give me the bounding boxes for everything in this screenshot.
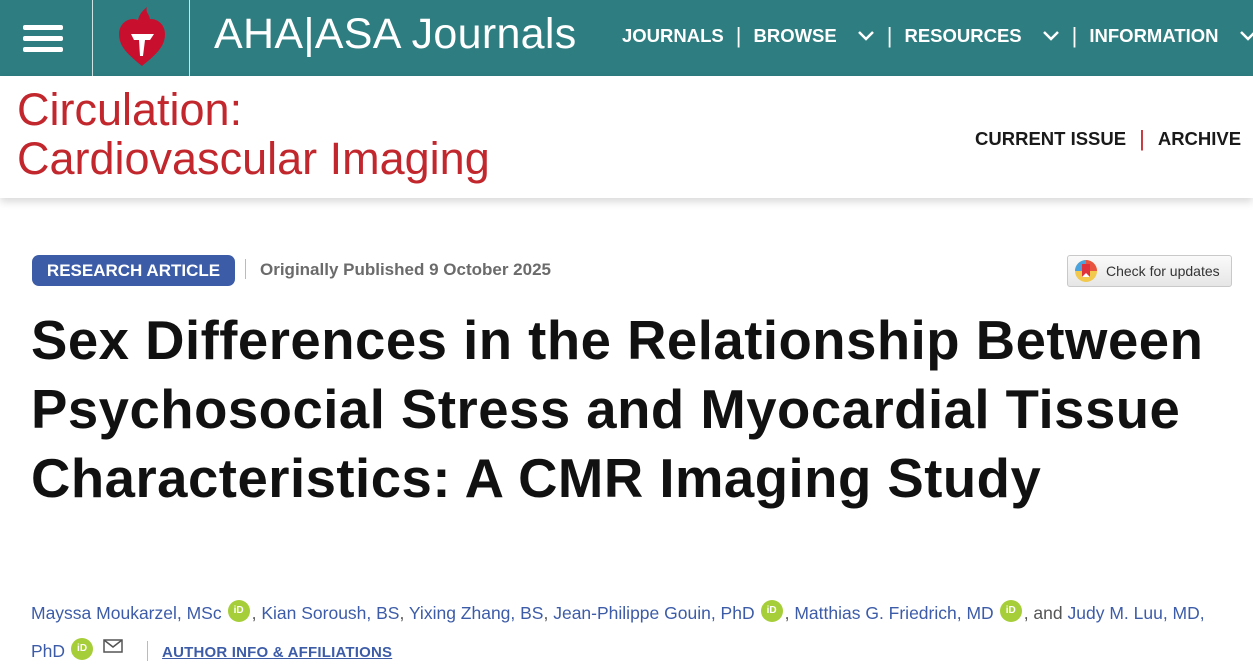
- nav-information[interactable]: INFORMATION: [1089, 25, 1253, 47]
- nav-information-label: INFORMATION: [1089, 25, 1219, 46]
- author-list: Mayssa Moukarzel, MSc iD, Kian Soroush, B…: [31, 594, 1231, 664]
- menu-button[interactable]: [0, 0, 93, 76]
- author-and: , and: [1023, 603, 1063, 623]
- journal-title[interactable]: Circulation: Cardiovascular Imaging: [17, 85, 490, 183]
- author-link[interactable]: Kian Soroush, BS: [261, 603, 399, 623]
- journal-header: Circulation: Cardiovascular Imaging CURR…: [0, 76, 1253, 198]
- author-info-affiliations-link[interactable]: AUTHOR INFO & AFFILIATIONS: [162, 644, 392, 661]
- site-brand[interactable]: AHA|ASA Journals: [214, 10, 577, 59]
- nav-resources-label: RESOURCES: [904, 25, 1022, 46]
- author-link[interactable]: Jean-Philippe Gouin, PhD: [553, 603, 754, 623]
- chevron-down-icon: [857, 31, 874, 41]
- nav-divider: |: [1071, 23, 1078, 48]
- meta-divider: [245, 259, 246, 279]
- nav-resources[interactable]: RESOURCES: [904, 25, 1059, 47]
- author-link[interactable]: Yixing Zhang, BS: [409, 603, 544, 623]
- journal-title-line1: Circulation:: [17, 84, 243, 135]
- affiliations-divider: [147, 641, 149, 661]
- check-for-updates-button[interactable]: Check for updates: [1067, 255, 1232, 287]
- nav-divider: |: [1139, 126, 1145, 151]
- article-title: Sex Differences in the Relationship Betw…: [31, 310, 1204, 509]
- check-for-updates-label: Check for updates: [1106, 263, 1220, 279]
- orcid-icon[interactable]: iD: [760, 600, 783, 622]
- author-separator: ,: [784, 603, 795, 623]
- article-type-badge: RESEARCH ARTICLE: [32, 255, 235, 286]
- orcid-icon[interactable]: iD: [227, 600, 250, 622]
- author-separator: ,: [251, 603, 262, 623]
- author-separator: ,: [543, 603, 554, 623]
- nav-browse[interactable]: BROWSE: [753, 25, 874, 47]
- author-link[interactable]: Mayssa Moukarzel, MSc: [31, 603, 222, 623]
- mail-icon[interactable]: [103, 639, 123, 653]
- nav-divider: |: [886, 23, 893, 48]
- nav-browse-label: BROWSE: [753, 25, 837, 46]
- orcid-icon[interactable]: iD: [999, 600, 1022, 622]
- menu-icon: [23, 25, 63, 30]
- nav-current-issue[interactable]: CURRENT ISSUE: [975, 128, 1126, 150]
- menu-icon: [23, 36, 63, 41]
- aha-logo-link[interactable]: [93, 0, 190, 76]
- journal-title-line2: Cardiovascular Imaging: [17, 133, 490, 184]
- chevron-down-icon: [1042, 31, 1059, 41]
- top-navigation: JOURNALS | BROWSE | RESOURCES | INFORMAT…: [622, 23, 1253, 49]
- author-link[interactable]: Matthias G. Friedrich, MD: [794, 603, 993, 623]
- publication-date: Originally Published 9 October 2025: [260, 260, 551, 279]
- nav-journals-label: JOURNALS: [622, 25, 724, 46]
- author-separator: ,: [399, 603, 409, 623]
- crossmark-icon: [1075, 260, 1097, 282]
- nav-journals[interactable]: JOURNALS: [622, 25, 724, 47]
- menu-icon: [23, 47, 63, 52]
- top-bar: AHA|ASA Journals JOURNALS | BROWSE | RES…: [0, 0, 1253, 76]
- chevron-down-icon: [1239, 31, 1253, 41]
- nav-archive[interactable]: ARCHIVE: [1158, 128, 1241, 150]
- orcid-icon[interactable]: iD: [71, 638, 94, 660]
- journal-navigation: CURRENT ISSUE | ARCHIVE |: [975, 126, 1253, 152]
- nav-divider: |: [735, 23, 742, 48]
- aha-heart-logo: [119, 7, 165, 66]
